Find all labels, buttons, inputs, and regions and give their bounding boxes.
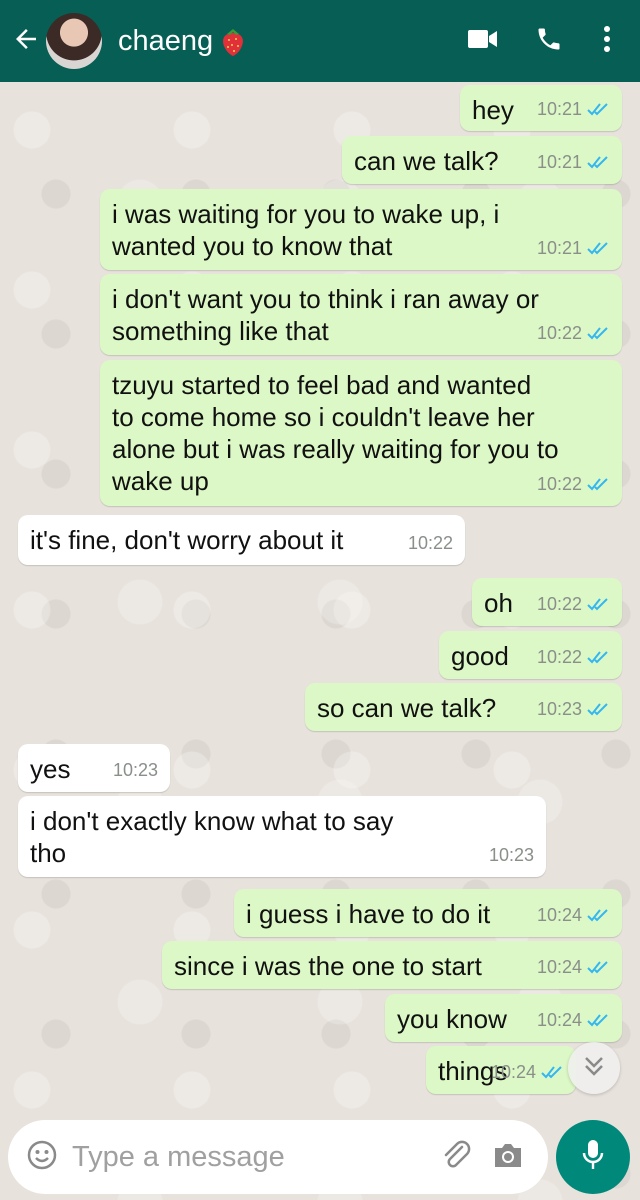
double-check-icon <box>586 476 610 492</box>
message-meta: 10:24 <box>537 951 610 983</box>
message-meta: 10:24 <box>537 899 610 931</box>
message-input[interactable] <box>70 1140 430 1174</box>
double-check-icon <box>586 701 610 717</box>
more-vert-icon <box>603 25 611 58</box>
double-check-icon <box>586 1012 610 1028</box>
message-text: can we talk? <box>354 146 499 176</box>
camera-button[interactable] <box>482 1120 534 1194</box>
message-text: i guess i have to do it <box>246 899 491 929</box>
message-meta: 10:21 <box>537 93 610 125</box>
microphone-icon <box>580 1138 606 1177</box>
message-text: i don't exactly know what to say tho <box>30 806 394 868</box>
message-time: 10:24 <box>536 957 582 977</box>
double-check-icon <box>586 907 610 923</box>
message-time: 10:23 <box>488 845 534 865</box>
mic-button[interactable] <box>556 1120 630 1194</box>
message-text: i was waiting for you to wake up, i want… <box>112 199 500 261</box>
message-time: 10:22 <box>536 474 582 494</box>
incoming-message[interactable]: it's fine, don't worry about it 10:22 <box>18 515 465 565</box>
double-check-icon <box>586 101 610 117</box>
message-time: 10:21 <box>536 99 582 119</box>
message-meta: 10:24 <box>537 1004 610 1036</box>
double-check-icon <box>586 325 610 341</box>
strawberry-icon <box>219 25 247 57</box>
video-call-button[interactable] <box>450 0 516 82</box>
arrow-left-icon <box>11 24 41 59</box>
double-check-icon <box>586 649 610 665</box>
outgoing-message[interactable]: i guess i have to do it 10:24 <box>234 889 622 937</box>
outgoing-message[interactable]: so can we talk? 10:23 <box>305 683 622 731</box>
message-meta: 10:23 <box>537 693 610 725</box>
double-check-icon <box>586 959 610 975</box>
message-time: 10:22 <box>536 647 582 667</box>
message-time: 10:22 <box>536 323 582 343</box>
message-meta: 10:22 <box>537 317 610 349</box>
message-text: i don't want you to think i ran away or … <box>112 284 539 346</box>
chat-header: chaeng <box>0 0 640 82</box>
contact-name: chaeng <box>118 24 214 57</box>
voice-call-button[interactable] <box>516 0 582 82</box>
outgoing-message[interactable]: since i was the one to start 10:24 <box>162 941 622 989</box>
outgoing-message[interactable]: can we talk? 10:21 <box>342 136 622 184</box>
outgoing-message[interactable]: oh 10:22 <box>472 578 622 626</box>
message-time: 10:21 <box>536 238 582 258</box>
message-time: 10:23 <box>112 760 158 780</box>
message-meta: 10:22 <box>537 468 610 500</box>
double-check-icon <box>586 154 610 170</box>
outgoing-message[interactable]: things 10:24 <box>426 1046 576 1094</box>
outgoing-message[interactable]: i was waiting for you to wake up, i want… <box>100 189 622 270</box>
message-text: good <box>451 641 509 671</box>
double-check-icon <box>540 1064 564 1080</box>
attach-button[interactable] <box>430 1120 482 1194</box>
double-check-icon <box>586 240 610 256</box>
message-time: 10:24 <box>536 905 582 925</box>
message-meta: 10:24 <box>491 1056 564 1088</box>
message-text: yes <box>30 754 71 784</box>
emoji-button[interactable] <box>14 1120 70 1194</box>
outgoing-message[interactable]: you know 10:24 <box>385 994 622 1042</box>
double-check-icon <box>586 596 610 612</box>
voice-call-icon <box>535 25 563 58</box>
message-time: 10:24 <box>490 1062 536 1082</box>
incoming-message[interactable]: yes 10:23 <box>18 744 170 792</box>
message-meta: 10:23 <box>113 754 158 786</box>
message-meta: 10:22 <box>408 527 453 559</box>
contact-title[interactable]: chaeng <box>118 25 247 58</box>
message-text: tzuyu started to feel bad and wanted to … <box>112 370 559 496</box>
smiley-icon <box>26 1139 58 1176</box>
outgoing-message[interactable]: i don't want you to think i ran away or … <box>100 274 622 355</box>
message-meta: 10:23 <box>489 839 534 871</box>
avatar[interactable] <box>46 13 102 69</box>
message-meta: 10:21 <box>537 146 610 178</box>
outgoing-message[interactable]: tzuyu started to feel bad and wanted to … <box>100 360 622 506</box>
message-text: hey <box>472 95 514 125</box>
message-time: 10:24 <box>536 1010 582 1030</box>
message-time: 10:23 <box>536 699 582 719</box>
message-time: 10:21 <box>536 152 582 172</box>
message-time: 10:22 <box>407 533 453 553</box>
video-call-icon <box>468 28 498 55</box>
message-text: you know <box>397 1004 507 1034</box>
double-chevron-down-icon <box>581 1053 607 1084</box>
outgoing-message[interactable]: good 10:22 <box>439 631 622 679</box>
camera-icon <box>492 1140 524 1175</box>
message-meta: 10:22 <box>537 641 610 673</box>
more-options-button[interactable] <box>582 0 632 82</box>
message-meta: 10:21 <box>537 232 610 264</box>
message-text: it's fine, don't worry about it <box>30 525 344 555</box>
scroll-down-button[interactable] <box>568 1042 620 1094</box>
composer-bar <box>8 1120 548 1194</box>
back-button[interactable] <box>6 0 46 82</box>
outgoing-message[interactable]: hey 10:21 <box>460 85 622 131</box>
message-meta: 10:22 <box>537 588 610 620</box>
incoming-message[interactable]: i don't exactly know what to say tho 10:2… <box>18 796 546 877</box>
message-text: oh <box>484 588 513 618</box>
message-time: 10:22 <box>536 594 582 614</box>
message-text: since i was the one to start <box>174 951 482 981</box>
paperclip-icon <box>440 1139 472 1176</box>
message-text: so can we talk? <box>317 693 497 723</box>
